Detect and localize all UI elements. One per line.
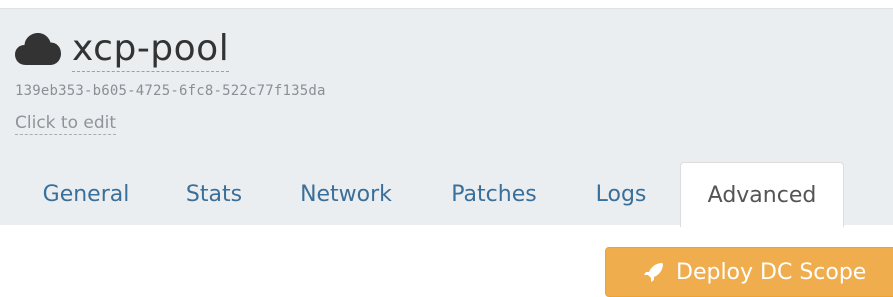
rocket-icon (642, 260, 666, 284)
cloud-icon (14, 29, 62, 69)
tab-patches[interactable]: Patches (432, 162, 556, 226)
tab-general[interactable]: General (20, 162, 152, 226)
deploy-dc-scope-button[interactable]: Deploy DC Scope (605, 247, 893, 297)
pool-name[interactable]: xcp-pool (72, 27, 230, 72)
top-strip (0, 0, 893, 8)
pool-title-row: xcp-pool (14, 25, 230, 73)
tab-bar: General Stats Network Patches Logs Advan… (0, 162, 893, 227)
pool-description-edit[interactable]: Click to edit (15, 112, 117, 135)
pool-uuid: 139eb353-b605-4725-6fc8-522c77f135da (15, 83, 326, 99)
tab-logs[interactable]: Logs (578, 162, 664, 226)
tab-stats[interactable]: Stats (168, 162, 260, 226)
tab-network[interactable]: Network (280, 162, 412, 226)
tab-advanced[interactable]: Advanced (680, 162, 844, 227)
